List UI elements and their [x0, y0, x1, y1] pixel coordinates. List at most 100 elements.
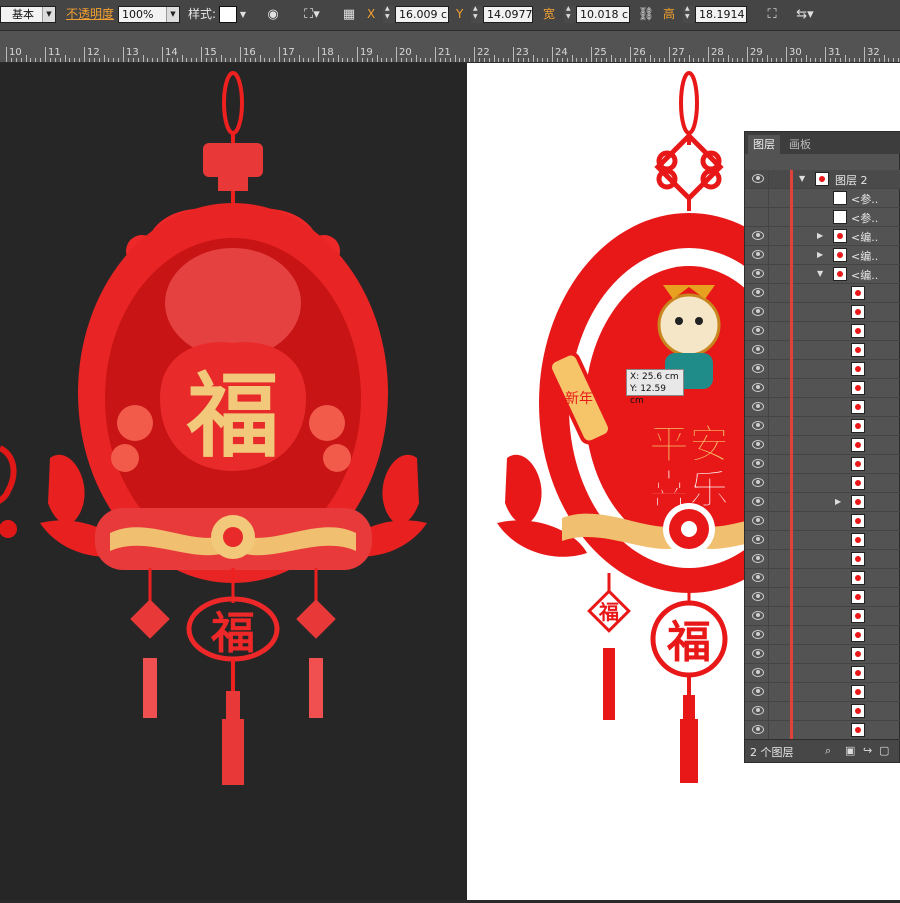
transform-icon[interactable]: ⛶: [763, 6, 781, 23]
new-sublayer-icon[interactable]: ↪: [863, 744, 872, 757]
lock-column[interactable]: [768, 170, 769, 189]
height-input[interactable]: 18.1914: [695, 6, 747, 23]
visibility-eye-icon[interactable]: [752, 231, 764, 240]
visibility-eye-icon[interactable]: [752, 516, 764, 525]
horizontal-ruler[interactable]: 10 11 12 13 14 15 16 17 18 19 20 21 22 23 24 25 26 27 28 29…: [0, 31, 900, 63]
height-spinner[interactable]: [683, 5, 695, 23]
lock-column[interactable]: [768, 398, 769, 417]
lock-column[interactable]: [768, 721, 769, 740]
lock-column[interactable]: [768, 455, 769, 474]
locate-object-icon[interactable]: ⌕: [825, 744, 831, 758]
object-name[interactable]: <编..: [851, 248, 878, 264]
object-name[interactable]: <编..: [851, 267, 878, 283]
lock-column[interactable]: [768, 550, 769, 569]
layer-row[interactable]: [745, 417, 900, 436]
new-layer-icon[interactable]: ▢: [879, 744, 889, 757]
recolor-icon[interactable]: ◉: [264, 6, 282, 23]
visibility-eye-icon[interactable]: [752, 630, 764, 639]
visibility-eye-icon[interactable]: [752, 668, 764, 677]
visibility-eye-icon[interactable]: [752, 611, 764, 620]
arrange-icon[interactable]: ⇆▾: [790, 6, 820, 23]
visibility-eye-icon[interactable]: [752, 573, 764, 582]
layer-row[interactable]: ▶ <编..: [745, 227, 900, 246]
lock-column[interactable]: [768, 569, 769, 588]
layer-row[interactable]: [745, 284, 900, 303]
visibility-eye-icon[interactable]: [752, 706, 764, 715]
lock-column[interactable]: [768, 322, 769, 341]
object-name[interactable]: <参..: [851, 210, 878, 226]
layer-row[interactable]: [745, 322, 900, 341]
visibility-eye-icon[interactable]: [752, 592, 764, 601]
object-name[interactable]: <编..: [851, 229, 878, 245]
lock-column[interactable]: [768, 208, 769, 227]
link-proportions-icon[interactable]: ⛓: [637, 6, 655, 23]
layer-row[interactable]: [745, 683, 900, 702]
lock-column[interactable]: [768, 664, 769, 683]
lock-column[interactable]: [768, 474, 769, 493]
layer-row[interactable]: [745, 588, 900, 607]
visibility-eye-icon[interactable]: [752, 250, 764, 259]
visibility-eye-icon[interactable]: [752, 687, 764, 696]
chevron-down-icon[interactable]: ▼: [237, 6, 249, 23]
y-input[interactable]: 14.0977: [483, 6, 533, 23]
visibility-eye-icon[interactable]: [752, 497, 764, 506]
expand-triangle-icon[interactable]: ▼: [799, 174, 805, 183]
lock-column[interactable]: [768, 341, 769, 360]
lock-column[interactable]: [768, 417, 769, 436]
lock-column[interactable]: [768, 246, 769, 265]
make-clip-mask-icon[interactable]: ▣: [845, 744, 855, 757]
layer-row[interactable]: [745, 455, 900, 474]
expand-triangle-icon[interactable]: ▶: [817, 250, 823, 259]
layer-row[interactable]: [745, 531, 900, 550]
layer-row[interactable]: [745, 436, 900, 455]
layer-row[interactable]: [745, 379, 900, 398]
lock-column[interactable]: [768, 189, 769, 208]
opacity-label[interactable]: 不透明度: [66, 6, 114, 23]
selected-artwork-outline[interactable]: 福 福: [0, 63, 467, 900]
layer-row[interactable]: ▶ <编..: [745, 246, 900, 265]
visibility-eye-icon[interactable]: [752, 649, 764, 658]
visibility-eye-icon[interactable]: [752, 554, 764, 563]
layer-row[interactable]: [745, 341, 900, 360]
lock-column[interactable]: [768, 588, 769, 607]
layer-row[interactable]: [745, 474, 900, 493]
visibility-eye-icon[interactable]: [752, 174, 764, 183]
lock-column[interactable]: [768, 360, 769, 379]
expand-triangle-icon[interactable]: ▶: [835, 497, 841, 506]
lock-column[interactable]: [768, 265, 769, 284]
visibility-eye-icon[interactable]: [752, 364, 764, 373]
layer-row[interactable]: [745, 664, 900, 683]
layer-row[interactable]: [745, 360, 900, 379]
visibility-eye-icon[interactable]: [752, 421, 764, 430]
visibility-eye-icon[interactable]: [752, 402, 764, 411]
x-input[interactable]: 16.009 cr: [395, 6, 449, 23]
expand-triangle-icon[interactable]: ▼: [817, 269, 823, 278]
x-spinner[interactable]: [383, 5, 395, 23]
visibility-eye-icon[interactable]: [752, 535, 764, 544]
style-swatch[interactable]: [219, 6, 237, 23]
visibility-eye-icon[interactable]: [752, 288, 764, 297]
layer-row[interactable]: [745, 645, 900, 664]
lock-column[interactable]: [768, 531, 769, 550]
brush-preset-dropdown[interactable]: 基本 ▼: [0, 6, 56, 23]
object-name[interactable]: <参..: [851, 191, 878, 207]
visibility-eye-icon[interactable]: [752, 307, 764, 316]
y-spinner[interactable]: [471, 5, 483, 23]
lock-column[interactable]: [768, 512, 769, 531]
visibility-eye-icon[interactable]: [752, 383, 764, 392]
layer-row[interactable]: [745, 512, 900, 531]
lock-column[interactable]: [768, 702, 769, 721]
visibility-eye-icon[interactable]: [752, 725, 764, 734]
layer-row[interactable]: [745, 626, 900, 645]
layer-row[interactable]: [745, 702, 900, 721]
lock-column[interactable]: [768, 493, 769, 512]
lock-column[interactable]: [768, 436, 769, 455]
width-spinner[interactable]: [564, 5, 576, 23]
lock-column[interactable]: [768, 683, 769, 702]
layer-row[interactable]: [745, 569, 900, 588]
visibility-eye-icon[interactable]: [752, 326, 764, 335]
layer-row[interactable]: <参..: [745, 189, 900, 208]
layer-row-top[interactable]: ▼ 图层 2: [745, 170, 900, 189]
dark-artboard[interactable]: 福 福: [0, 63, 467, 900]
lock-column[interactable]: [768, 379, 769, 398]
